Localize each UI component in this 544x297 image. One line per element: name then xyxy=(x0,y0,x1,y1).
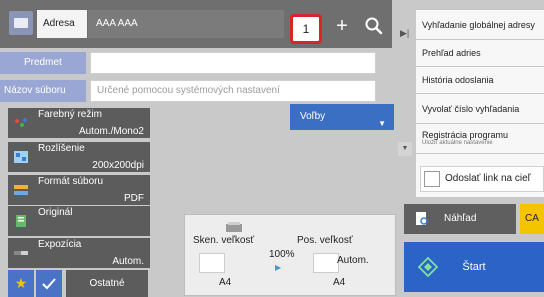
star-icon: ★ xyxy=(14,275,28,291)
resolution-button[interactable]: Rozlíšenie 200x200dpi xyxy=(8,142,150,172)
scan-size-value: A4 xyxy=(219,277,232,288)
favorites-button[interactable]: ★ xyxy=(8,270,34,297)
scan-size-label: Sken. veľkosť xyxy=(193,235,255,246)
exposure-button[interactable]: Expozícia Autom. xyxy=(8,238,150,268)
exposure-icon xyxy=(14,251,28,255)
scanner-icon xyxy=(226,222,242,232)
add-address-button[interactable]: + xyxy=(329,12,355,40)
filename-label: Názov súboru xyxy=(0,80,86,102)
search-address-button[interactable] xyxy=(361,12,387,40)
scroll-down-icon[interactable]: ▼ xyxy=(398,142,412,156)
destination-count-badge[interactable]: 1 xyxy=(290,14,322,44)
preview-button[interactable]: Náhľad xyxy=(404,204,516,234)
scan-page-icon xyxy=(199,253,225,273)
options-dropdown[interactable]: Voľby ▼ xyxy=(290,104,394,130)
send-page-icon xyxy=(313,253,339,273)
address-tab[interactable]: Adresa xyxy=(37,10,87,38)
subject-label: Predmet xyxy=(0,52,86,74)
original-button[interactable]: Originál xyxy=(8,206,150,236)
checkmark-icon xyxy=(42,278,56,290)
address-review-item[interactable]: Prehľad adries xyxy=(416,40,544,67)
address-field[interactable]: AAA AAA xyxy=(88,10,284,38)
address-book-icon[interactable] xyxy=(9,11,33,35)
send-size-auto: Autom. xyxy=(337,255,369,266)
call-search-number-item[interactable]: Vyvolať číslo vyhľadania xyxy=(416,94,544,124)
search-icon xyxy=(365,17,383,35)
resolution-icon xyxy=(14,151,28,163)
send-link-checkbox[interactable] xyxy=(424,171,440,187)
original-icon xyxy=(16,215,26,227)
panel-collapse-icon[interactable]: ▶| xyxy=(400,26,414,40)
ratio-value: 100% xyxy=(269,249,295,260)
program-registration-item[interactable]: Registrácia programu Uložiť aktuálne nas… xyxy=(416,124,544,154)
file-format-icon xyxy=(14,185,28,195)
chevron-down-icon: ▼ xyxy=(378,119,386,128)
subject-input[interactable] xyxy=(90,52,376,74)
arrow-right-icon: ▶ xyxy=(275,263,282,272)
preview-icon xyxy=(416,212,428,225)
send-size-value: A4 xyxy=(333,277,346,288)
send-size-label: Pos. veľkosť xyxy=(297,235,353,246)
global-address-search-item[interactable]: Vyhľadanie globálnej adresy xyxy=(416,10,544,40)
check-button[interactable] xyxy=(36,270,62,297)
filename-input[interactable]: Určené pomocou systémových nastavení xyxy=(90,80,376,102)
start-button[interactable]: Štart xyxy=(404,242,544,292)
scan-preview-panel: Sken. veľkosť Pos. veľkosť 100% ▶ Autom.… xyxy=(184,214,396,296)
clear-all-button[interactable]: CA xyxy=(520,204,544,234)
send-link-option[interactable]: Odoslať link na cieľ xyxy=(420,166,544,192)
others-button[interactable]: Ostatné xyxy=(66,270,148,297)
sending-history-item[interactable]: História odoslania xyxy=(416,67,544,94)
color-mode-button[interactable]: Farebný režim Autom./Mono2 xyxy=(8,108,150,138)
start-diamond-icon xyxy=(418,257,438,277)
file-format-button[interactable]: Formát súboru PDF xyxy=(8,175,150,205)
address-bar: Adresa AAA AAA 1 + xyxy=(0,0,392,48)
color-mode-icon xyxy=(15,118,27,127)
